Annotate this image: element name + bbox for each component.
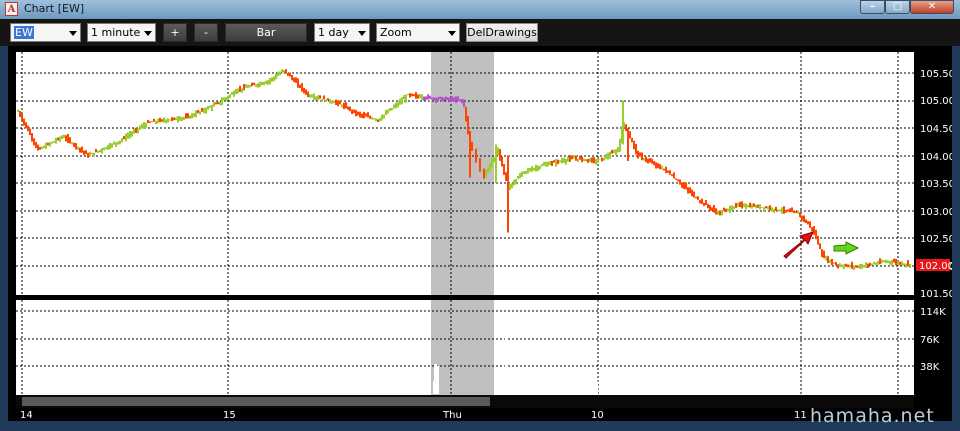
minimize-button[interactable]: – bbox=[860, 0, 885, 14]
price-tick-label: 104.50 bbox=[920, 124, 952, 135]
volume-tick-label: 114K bbox=[920, 307, 946, 318]
last-price-label: 102.00 bbox=[919, 261, 952, 272]
symbol-value: EW bbox=[14, 26, 34, 39]
price-tick-label: 105.50 bbox=[920, 69, 952, 80]
symbol-select[interactable]: EW bbox=[10, 23, 81, 42]
range-select[interactable]: 1 day bbox=[314, 23, 370, 42]
price-tick-label: 101.50 bbox=[920, 289, 952, 300]
chart-style-button[interactable]: Bar bbox=[225, 23, 307, 42]
close-button[interactable]: ✕ bbox=[910, 0, 954, 14]
app-icon: A bbox=[5, 2, 18, 16]
chart-toolbar: EW 1 minute + - Bar 1 day Zoom DelDrawin… bbox=[0, 19, 960, 46]
zoom-out-button[interactable]: - bbox=[194, 23, 218, 42]
time-axis-label: 14 bbox=[20, 410, 33, 421]
zoom-value: Zoom bbox=[380, 26, 412, 39]
volume-tick-label: 76K bbox=[920, 335, 940, 346]
scrollbar-thumb[interactable] bbox=[22, 397, 490, 406]
panel-divider bbox=[8, 295, 952, 300]
price-chart[interactable]: 105.50 105.00 104.50 104.00 103.50 103.0… bbox=[8, 46, 952, 421]
time-axis-label: 15 bbox=[223, 410, 236, 421]
chevron-down-icon bbox=[144, 31, 152, 36]
after-hours-shade-volume bbox=[431, 300, 494, 395]
zoom-in-button[interactable]: + bbox=[163, 23, 187, 42]
time-axis-label: 10 bbox=[591, 410, 604, 421]
chart-area[interactable]: 105.50 105.00 104.50 104.00 103.50 103.0… bbox=[8, 46, 952, 421]
time-axis-label: 11 bbox=[794, 410, 807, 421]
del-drawings-button[interactable]: DelDrawings bbox=[466, 23, 538, 42]
volume-bar bbox=[434, 364, 437, 394]
chevron-down-icon bbox=[448, 31, 456, 36]
title-bar: A Chart [EW] – □ ✕ bbox=[0, 0, 960, 19]
interval-value: 1 minute bbox=[91, 26, 141, 39]
range-value: 1 day bbox=[318, 26, 349, 39]
price-tick-label: 105.00 bbox=[920, 96, 952, 107]
window-title: Chart [EW] bbox=[24, 2, 85, 15]
price-tick-label: 103.00 bbox=[920, 207, 952, 218]
interval-select[interactable]: 1 minute bbox=[87, 23, 156, 42]
price-tick-label: 102.50 bbox=[920, 234, 952, 245]
chevron-down-icon bbox=[358, 31, 366, 36]
watermark: hamaha.net bbox=[810, 405, 935, 427]
time-axis-label: Thu bbox=[442, 410, 462, 421]
volume-tick-label: 38K bbox=[920, 362, 940, 373]
zoom-select[interactable]: Zoom bbox=[376, 23, 460, 42]
price-tick-label: 104.00 bbox=[920, 152, 952, 163]
price-tick-label: 103.50 bbox=[920, 179, 952, 190]
chevron-down-icon bbox=[69, 31, 77, 36]
maximize-button[interactable]: □ bbox=[885, 0, 910, 14]
